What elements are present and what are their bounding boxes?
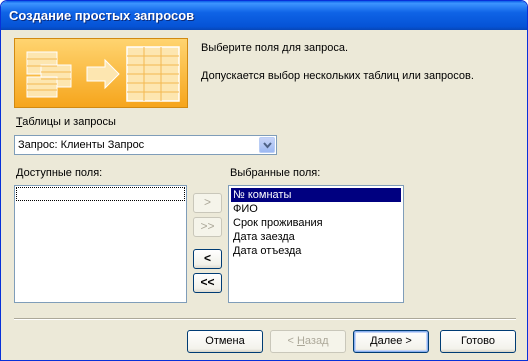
window-title: Создание простых запросов bbox=[9, 8, 195, 23]
back-button-text: азад bbox=[304, 335, 329, 347]
selected-field-item[interactable]: Срок проживания bbox=[231, 216, 323, 230]
title-bar[interactable]: Создание простых запросов bbox=[1, 1, 527, 30]
next-button[interactable]: Далее > bbox=[353, 330, 429, 353]
next-button-accesskey: Д bbox=[370, 335, 378, 347]
remove-all-fields-button[interactable]: << bbox=[193, 273, 222, 293]
selected-field-item[interactable]: Дата отъезда bbox=[231, 244, 301, 258]
back-button-accesskey: Н bbox=[296, 335, 305, 347]
chevron-down-icon bbox=[263, 142, 272, 149]
available-fields-label: Доступные поля: bbox=[16, 167, 102, 179]
selected-fields-label: Выбранные поля: bbox=[230, 167, 321, 179]
selected-field-item[interactable]: № комнаты bbox=[231, 188, 401, 202]
footer-separator bbox=[14, 318, 516, 320]
source-combobox-value: Запрос: Клиенты Запрос bbox=[18, 139, 145, 151]
wizard-illustration bbox=[14, 38, 188, 108]
finish-button[interactable]: Готово bbox=[440, 330, 516, 353]
available-focus-rect bbox=[16, 187, 185, 201]
intro-line-1: Выберите поля для запроса. bbox=[201, 42, 349, 54]
cancel-button[interactable]: Отмена bbox=[187, 330, 263, 353]
source-combobox-dropdown-button[interactable] bbox=[259, 137, 275, 153]
source-label-text: аблицы и запросы bbox=[22, 116, 116, 128]
available-label-text: оступные поля: bbox=[23, 167, 103, 179]
available-fields-list[interactable] bbox=[14, 185, 187, 303]
source-combobox[interactable]: Запрос: Клиенты Запрос bbox=[14, 135, 277, 155]
query-wizard-window: Создание простых запросов Выберите поля … bbox=[0, 0, 528, 361]
available-label-accesskey: Д bbox=[16, 167, 24, 179]
selected-field-item[interactable]: ФИО bbox=[231, 202, 258, 216]
back-button-prefix: < bbox=[287, 335, 297, 347]
remove-field-button[interactable]: < bbox=[193, 249, 222, 269]
add-field-button[interactable]: > bbox=[193, 193, 222, 213]
add-all-fields-button[interactable]: >> bbox=[193, 217, 222, 237]
intro-line-2: Допускается выбор нескольких таблиц или … bbox=[201, 70, 474, 82]
wizard-body: Выберите поля для запроса. Допускается в… bbox=[4, 30, 524, 358]
selected-field-item[interactable]: Дата заезда bbox=[231, 230, 295, 244]
back-button[interactable]: < Назад bbox=[270, 330, 346, 353]
source-label: Таблицы и запросы bbox=[16, 116, 116, 128]
next-button-text: алее > bbox=[377, 335, 412, 347]
selected-fields-list[interactable]: № комнаты ФИО Срок проживания Дата заезд… bbox=[228, 185, 404, 303]
